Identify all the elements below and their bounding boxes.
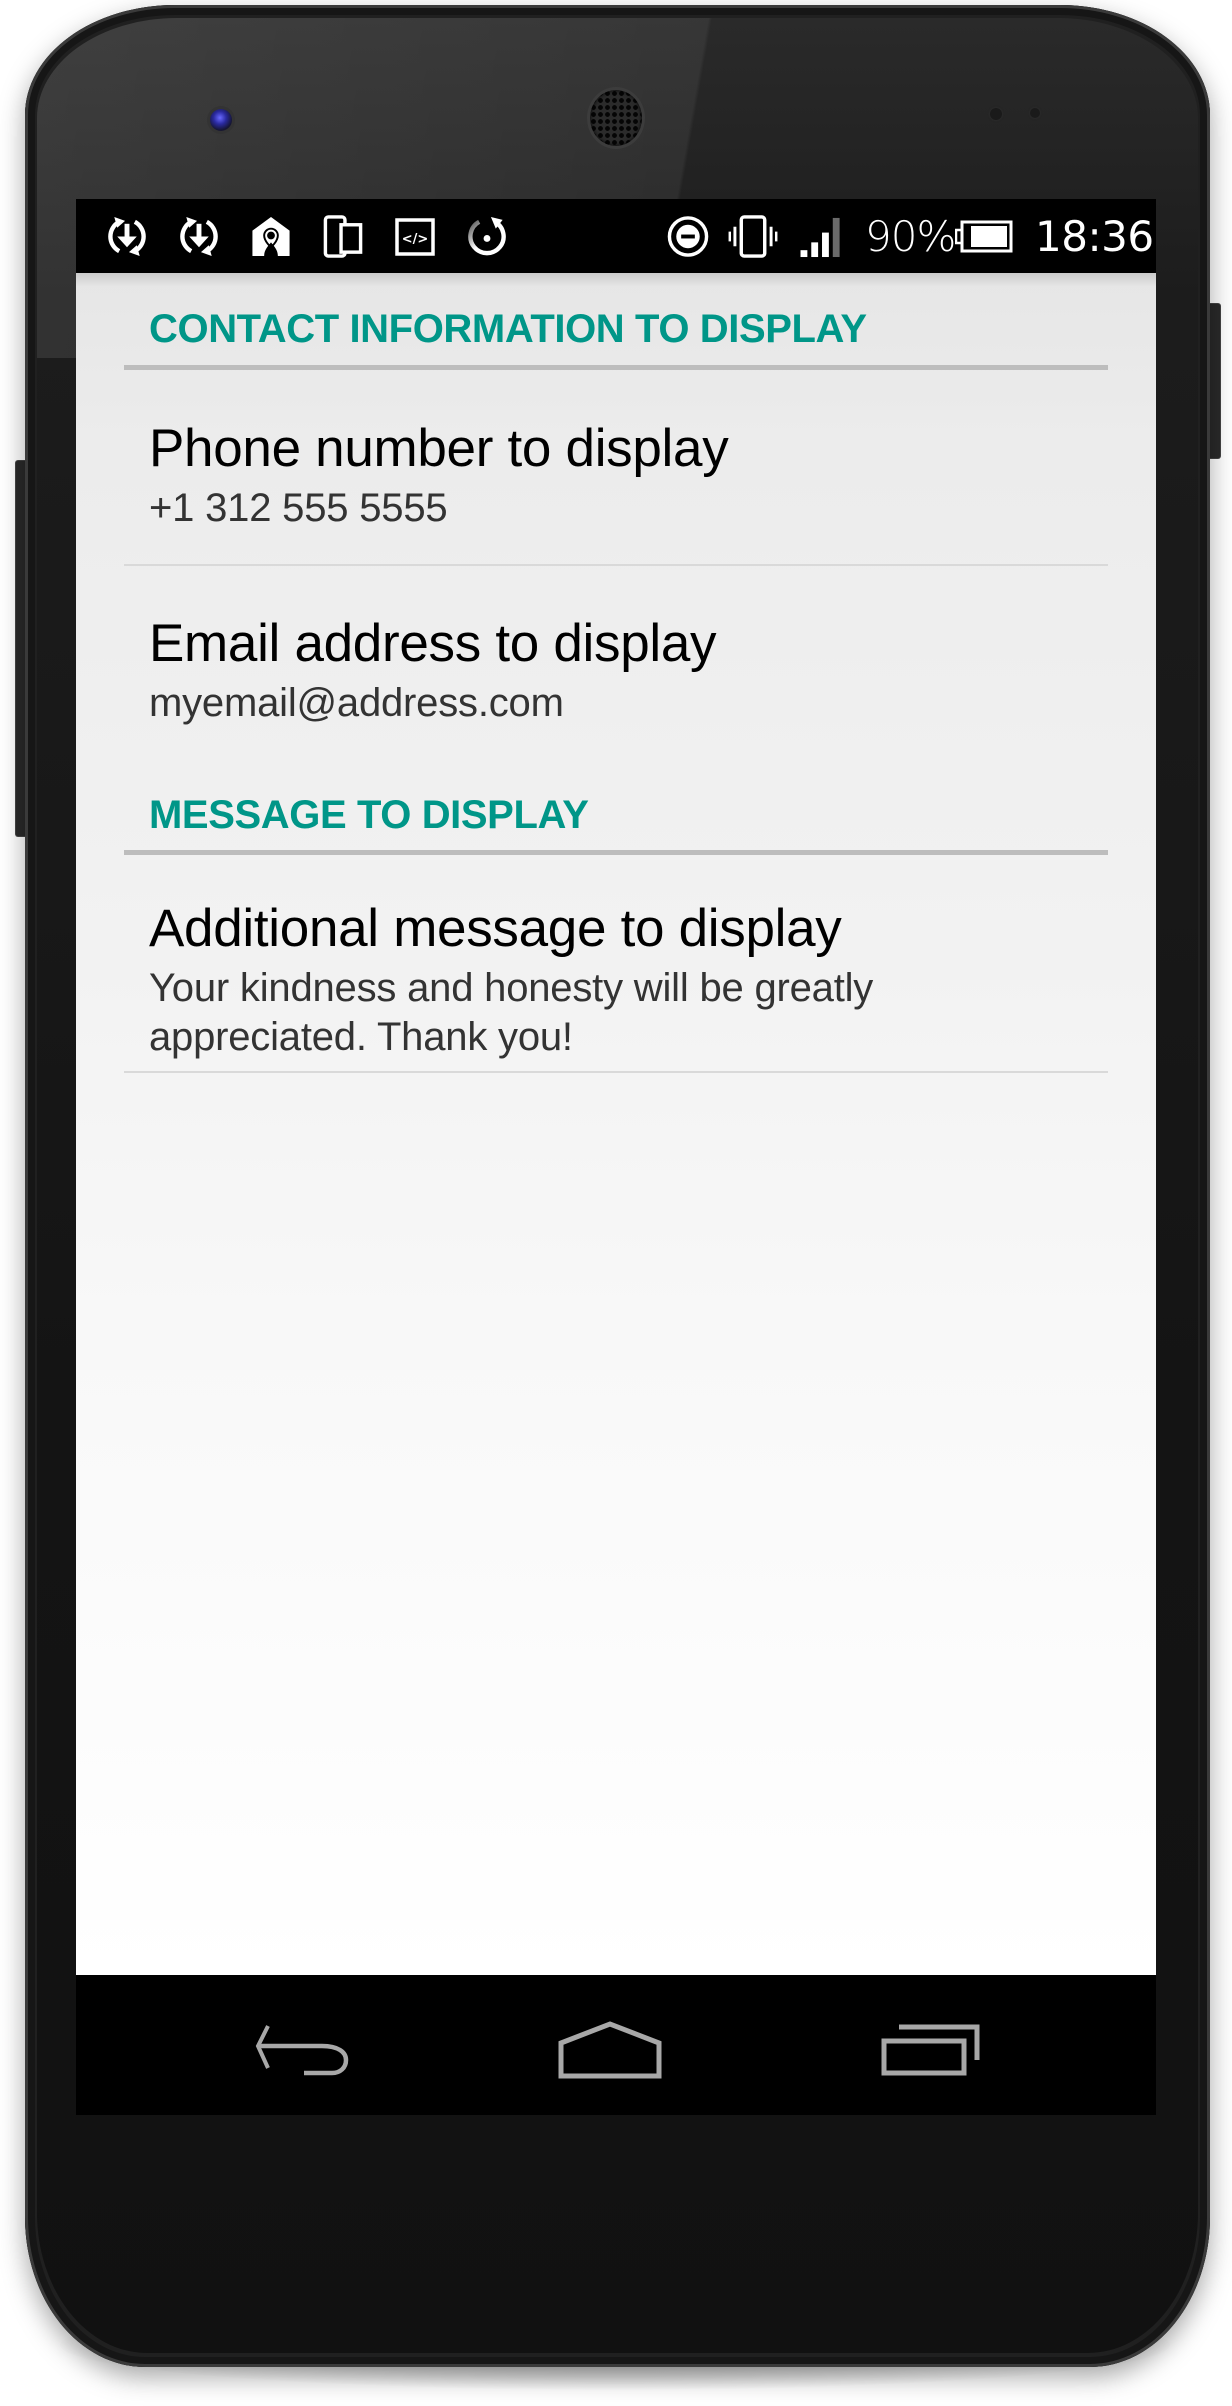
pref-additional-message[interactable]: Additional message to display Your kindn… [76, 855, 1156, 1071]
navigation-bar [76, 1975, 1156, 2115]
preferences-screen: CONTACT INFORMATION TO DISPLAY Phone num… [76, 273, 1156, 1975]
sync-download-icon [180, 216, 218, 257]
proximity-sensor [990, 108, 1002, 120]
category-title: CONTACT INFORMATION TO DISPLAY [149, 307, 867, 351]
pref-title: Phone number to display [149, 419, 729, 478]
sync-download-icon [108, 216, 146, 257]
signal-strength-icon [800, 217, 840, 258]
pref-phone-number[interactable]: Phone number to display +1 312 555 5555 [76, 370, 1156, 565]
status-bar: </> 90% 18:36 [76, 199, 1156, 273]
do-not-disturb-icon [667, 216, 709, 257]
back-button[interactable] [232, 2015, 372, 2085]
developer-code-icon: </> [395, 218, 435, 256]
pref-title: Email address to display [149, 614, 717, 673]
home-location-icon [252, 216, 290, 257]
svg-text:</>: </> [402, 232, 429, 247]
light-sensor [1030, 108, 1040, 118]
pref-summary: myemail@address.com [149, 681, 564, 725]
battery-level-fill [971, 226, 1007, 247]
pref-summary: +1 312 555 5555 [149, 486, 448, 530]
device-screen: </> 90% 18:36 CONTACT INFORMATION TO DIS… [76, 199, 1156, 2115]
item-divider [124, 1071, 1108, 1073]
vibrate-icon [728, 215, 778, 258]
pref-email-address[interactable]: Email address to display myemail@address… [76, 566, 1156, 756]
pref-title: Additional message to display [149, 899, 842, 958]
home-icon [558, 2021, 662, 2079]
battery-icon [955, 220, 1013, 253]
pref-summary: Your kindness and honesty will be greatl… [149, 966, 874, 1059]
recent-apps-button[interactable] [861, 2015, 1001, 2085]
earpiece-speaker [590, 90, 642, 146]
back-icon [255, 2025, 349, 2076]
home-button[interactable] [540, 2015, 680, 2085]
front-camera [210, 109, 232, 131]
battery-percentage: 90% [865, 212, 956, 261]
recent-apps-icon [881, 2024, 980, 2076]
devices-icon [323, 215, 363, 258]
refresh-circle-icon [468, 216, 506, 256]
category-title: MESSAGE TO DISPLAY [149, 793, 589, 837]
status-clock: 18:36 [1035, 212, 1154, 261]
